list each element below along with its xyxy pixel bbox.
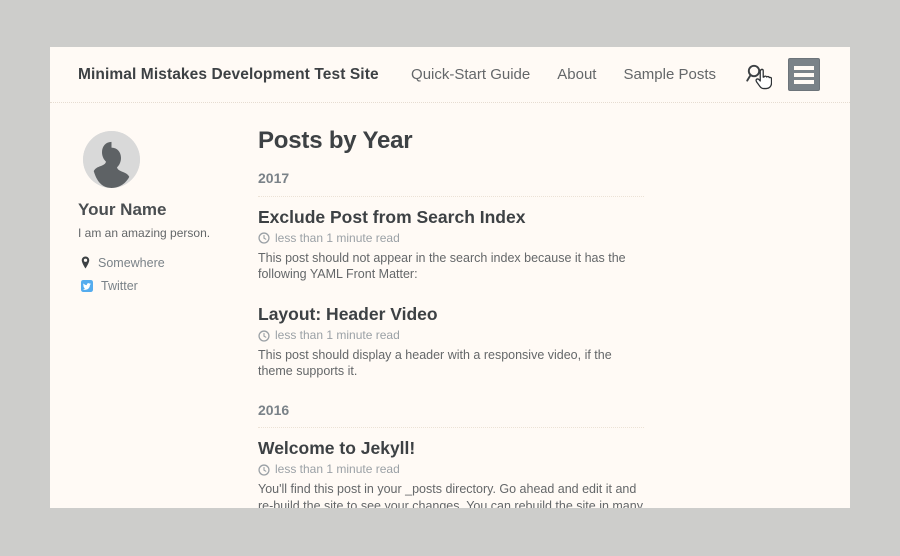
author-sidebar: Your Name I am an amazing person. Somewh… <box>78 131 246 302</box>
read-time-label: less than 1 minute read <box>275 462 400 477</box>
post-excerpt: This post should display a header with a… <box>258 347 644 380</box>
post-meta: less than 1 minute read <box>258 231 644 246</box>
author-location-label: Somewhere <box>98 256 165 270</box>
page-title: Posts by Year <box>258 127 644 156</box>
site-title-link[interactable]: Minimal Mistakes Development Test Site <box>78 66 379 84</box>
site-page: Minimal Mistakes Development Test Site Q… <box>50 47 850 508</box>
post-item: Exclude Post from Search Index less than… <box>258 207 644 283</box>
post-title-link[interactable]: Layout: Header Video <box>258 304 644 325</box>
archive-main: Posts by Year 2017 Exclude Post from Sea… <box>258 103 644 508</box>
read-time-label: less than 1 minute read <box>275 231 400 246</box>
post-excerpt: This post should not appear in the searc… <box>258 250 644 283</box>
clock-icon <box>258 330 270 342</box>
author-name: Your Name <box>78 200 246 220</box>
site-header: Minimal Mistakes Development Test Site Q… <box>50 47 850 103</box>
hamburger-menu-button[interactable] <box>788 58 820 91</box>
post-meta: less than 1 minute read <box>258 328 644 343</box>
nav-about[interactable]: About <box>557 66 596 83</box>
post-item: Welcome to Jekyll! less than 1 minute re… <box>258 438 644 508</box>
clock-icon <box>258 232 270 244</box>
post-excerpt: You'll find this post in your _posts dir… <box>258 481 644 508</box>
nav-sample-posts[interactable]: Sample Posts <box>623 66 716 83</box>
post-title-link[interactable]: Exclude Post from Search Index <box>258 207 644 228</box>
year-heading-2016: 2016 <box>258 402 644 429</box>
location-pin-icon <box>81 256 90 269</box>
twitter-icon <box>81 280 93 292</box>
author-links: Somewhere Twitter <box>78 256 246 293</box>
screenshot-stage: Minimal Mistakes Development Test Site Q… <box>0 0 900 556</box>
search-button[interactable] <box>744 64 761 85</box>
primary-nav: Quick-Start Guide About Sample Posts <box>411 58 820 91</box>
author-twitter-item: Twitter <box>81 279 246 293</box>
author-twitter-link[interactable]: Twitter <box>101 279 138 293</box>
post-item: Layout: Header Video less than 1 minute … <box>258 304 644 380</box>
read-time-label: less than 1 minute read <box>275 328 400 343</box>
search-icon <box>744 73 761 88</box>
post-meta: less than 1 minute read <box>258 462 644 477</box>
year-heading-2017: 2017 <box>258 170 644 197</box>
avatar <box>83 131 140 188</box>
clock-icon <box>258 464 270 476</box>
author-location-item: Somewhere <box>81 256 246 270</box>
author-bio: I am an amazing person. <box>78 226 246 242</box>
post-title-link[interactable]: Welcome to Jekyll! <box>258 438 644 459</box>
nav-quick-start-guide[interactable]: Quick-Start Guide <box>411 66 530 83</box>
